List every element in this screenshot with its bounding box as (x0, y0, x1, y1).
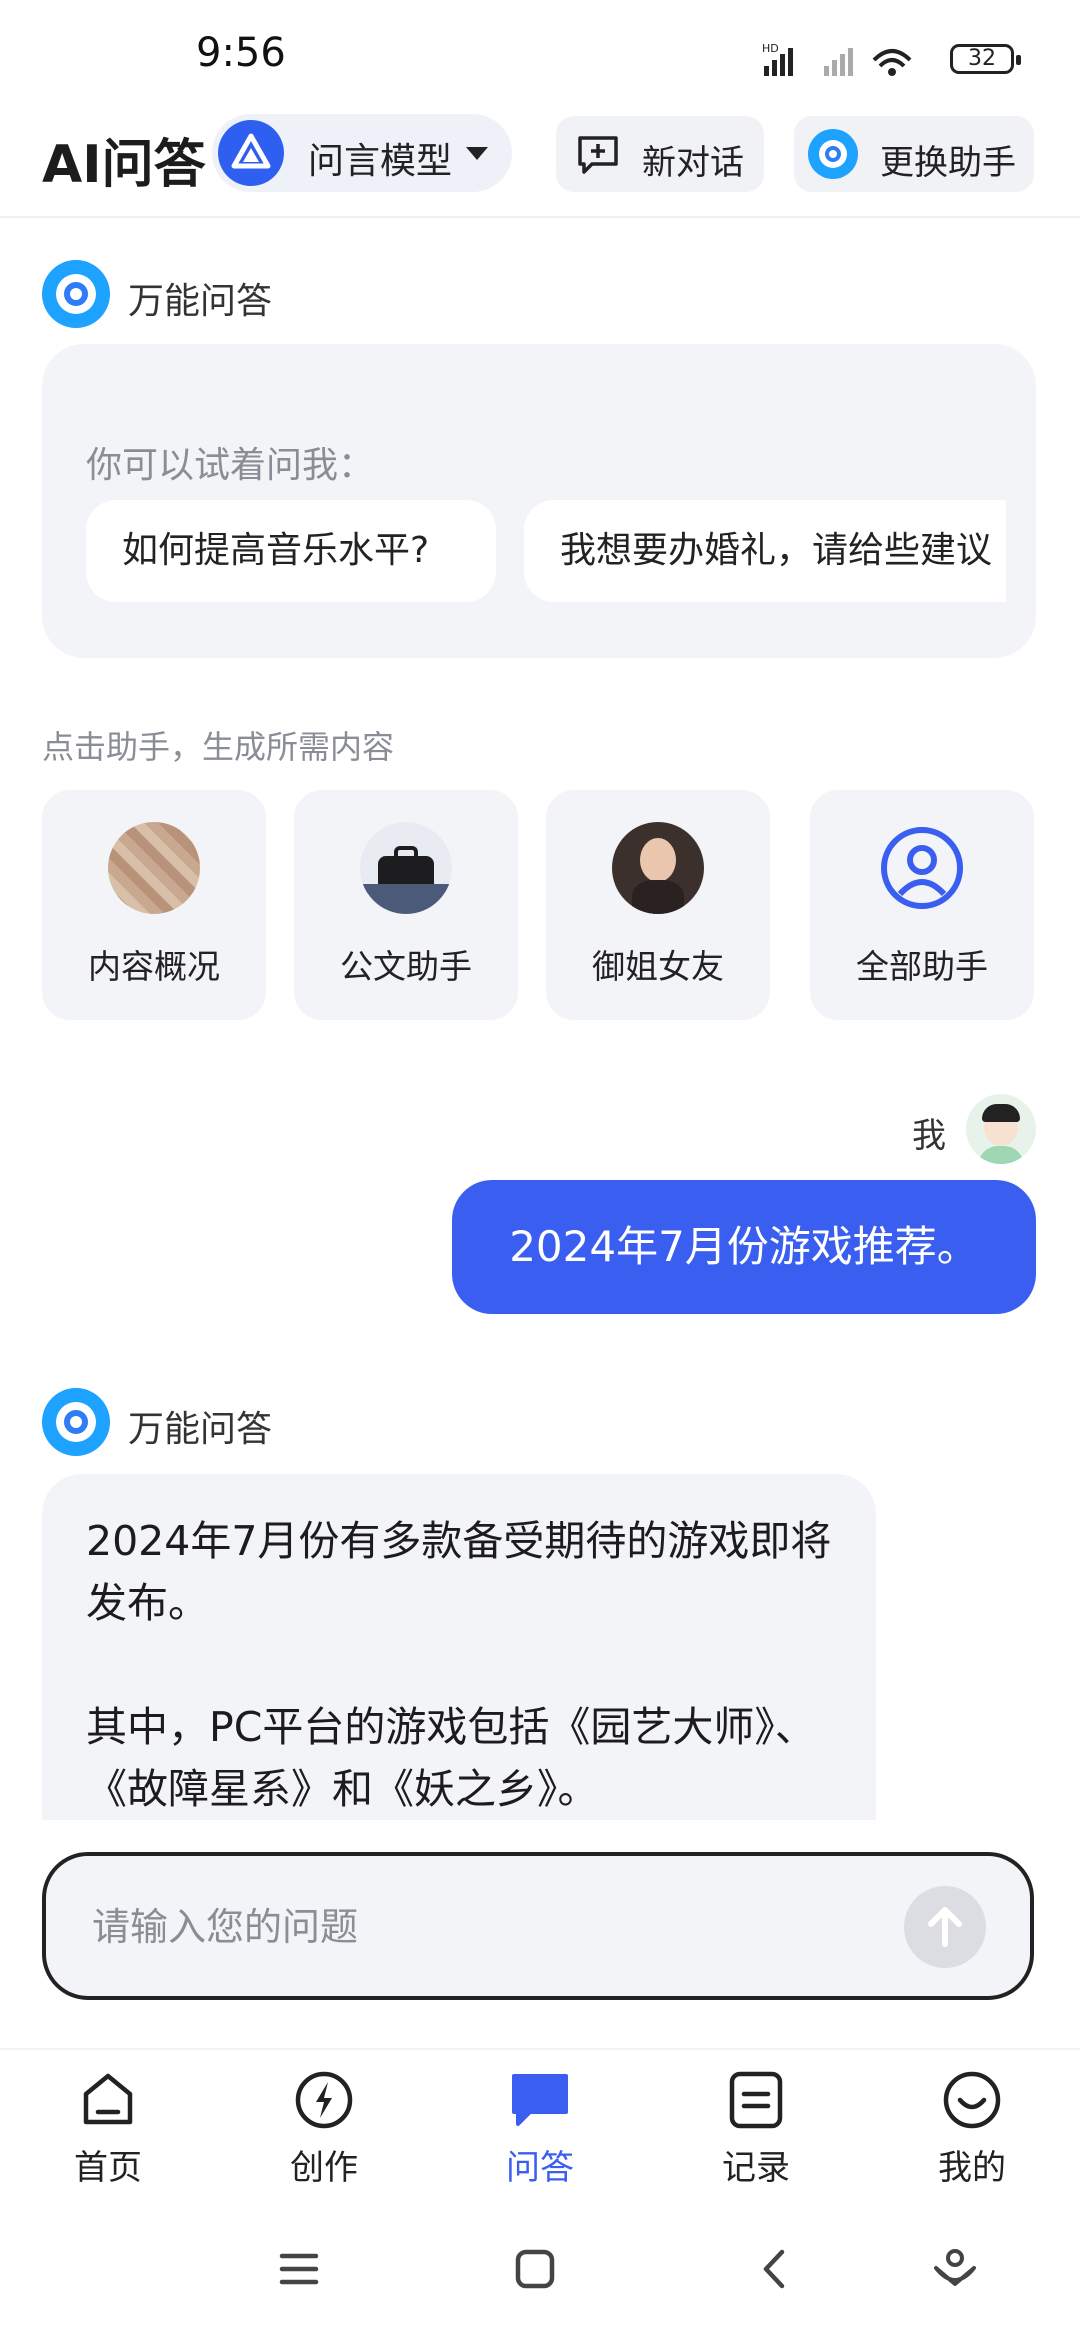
suggestion-chip[interactable]: 如何提高音乐水平? (86, 500, 496, 602)
answer-paragraph: 2024年7月份有多款备受期待的游戏即将发布。 (86, 1517, 832, 1627)
tab-label: 问答 (506, 2148, 574, 2188)
user-circle-icon (881, 827, 963, 909)
bolt-icon (295, 2071, 353, 2129)
tab-qa[interactable]: 问答 (460, 2068, 620, 2188)
assistants-section-label: 点击助手，生成所需内容 (42, 728, 395, 766)
assistant-avatar (108, 822, 200, 914)
tab-label: 我的 (938, 2148, 1006, 2188)
switch-assistant-label: 更换助手 (880, 143, 1016, 183)
user-message-bubble: 2024年7月份游戏推荐。 (452, 1180, 1036, 1314)
tab-me[interactable]: 我的 (892, 2068, 1052, 2188)
assistant-card-girlfriend[interactable]: 御姐女友 (546, 790, 770, 1020)
assistant-avatar (612, 822, 704, 914)
bot-name: 万能问答 (128, 281, 273, 322)
model-name: 问言模型 (308, 141, 453, 182)
user-sender-label: 我 (912, 1116, 946, 1156)
new-chat-icon (578, 136, 618, 174)
signal-icons: HD (762, 42, 912, 76)
new-chat-label: 新对话 (642, 143, 744, 183)
chevron-down-icon (466, 147, 488, 160)
bot-avatar-icon (42, 1388, 110, 1456)
model-logo-icon (218, 120, 284, 186)
assistant-logo-icon (808, 129, 858, 179)
battery-indicator: 32 (950, 44, 1021, 74)
assistant-gesture-icon[interactable] (930, 2244, 980, 2294)
assistant-label: 内容概况 (88, 947, 220, 986)
assistant-label: 御姐女友 (592, 947, 724, 986)
tab-home[interactable]: 首页 (28, 2068, 188, 2188)
question-input-box (42, 1852, 1034, 2000)
arrow-up-icon (928, 1907, 962, 1947)
suggestion-hint: 你可以试着问我： (86, 445, 375, 486)
menu-icon[interactable] (276, 2246, 322, 2292)
answer-paragraph: 其中，PC平台的游戏包括《园艺大师》、《故障星系》和《妖之乡》。 (86, 1703, 816, 1813)
home-icon (83, 2073, 133, 2125)
tab-create[interactable]: 创作 (244, 2068, 404, 2188)
assistant-card-document-helper[interactable]: 公文助手 (294, 790, 518, 1020)
user-avatar (966, 1094, 1036, 1164)
assistant-label: 公文助手 (340, 947, 472, 986)
new-chat-button[interactable]: 新对话 (556, 116, 764, 192)
chat-icon (512, 2074, 568, 2126)
svg-text:HD: HD (762, 42, 779, 55)
assistant-avatar (360, 822, 452, 914)
back-icon[interactable] (752, 2246, 798, 2292)
assistant-label: 全部助手 (856, 947, 988, 986)
assistant-card-all[interactable]: 全部助手 (810, 790, 1034, 1020)
answer-bubble: 2024年7月份有多款备受期待的游戏即将发布。 其中，PC平台的游戏包括《园艺大… (42, 1474, 876, 1820)
home-square-icon[interactable] (512, 2246, 558, 2292)
tab-label: 记录 (722, 2148, 790, 2188)
send-button[interactable] (904, 1886, 986, 1968)
switch-assistant-button[interactable]: 更换助手 (794, 116, 1034, 192)
tab-label: 创作 (290, 2148, 358, 2188)
smile-icon (943, 2071, 1001, 2129)
assistant-card-content-overview[interactable]: 内容概况 (42, 790, 266, 1020)
header-divider (0, 216, 1080, 218)
tab-records[interactable]: 记录 (676, 2068, 836, 2188)
record-icon (729, 2071, 783, 2129)
suggestion-chip[interactable]: 我想要办婚礼，请给些建议 (524, 500, 1006, 602)
question-input[interactable] (90, 1896, 874, 1958)
status-time: 9:56 (196, 30, 286, 76)
answer-bot-name: 万能问答 (128, 1409, 273, 1450)
page-title: AI问答 (42, 135, 206, 195)
tab-label: 首页 (74, 2148, 142, 2188)
bot-avatar-icon (42, 260, 110, 328)
